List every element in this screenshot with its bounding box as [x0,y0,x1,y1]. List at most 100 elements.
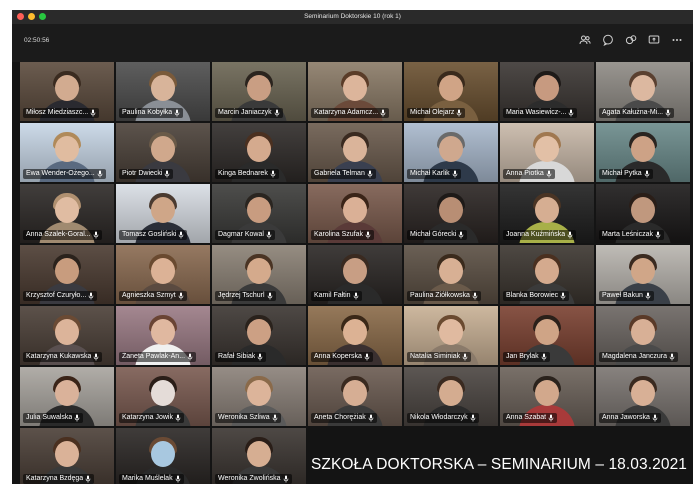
participant-nameplate: Joanna Kuźmińska [503,230,577,240]
participant-tile[interactable]: Anna Szalek-Goral... [20,184,114,243]
participant-face [151,197,175,223]
participant-face [535,75,559,101]
participant-name: Jędrzej Tschurl [218,292,265,299]
participant-name: Piotr Dwiecki [122,170,163,177]
participant-tile[interactable]: Michał Olejarz [404,62,498,121]
microphone-icon [174,109,180,117]
participant-tile[interactable]: Marika Muślelak [116,428,210,484]
participant-tile[interactable]: Tomasz Gosliński [116,184,210,243]
participant-tile[interactable]: Katarzyna Bzdęga [20,428,114,484]
microphone-icon [560,292,566,300]
participant-tile[interactable]: Żaneta Pawlak-An... [116,306,210,365]
participant-tile[interactable]: Michał Karlik [404,123,498,182]
participant-tile[interactable]: Katarzyna Adamcz... [308,62,402,121]
participant-nameplate: Krzysztof Czuryło... [23,291,98,301]
participant-tile[interactable]: Agnieszka Szmyt [116,245,210,304]
participant-tile[interactable]: Natalia Siminiak [404,306,498,365]
participant-tile[interactable]: Nikola Włodarczyk [404,367,498,426]
participant-tile[interactable]: Jędrzej Tschurl [212,245,306,304]
close-window-button[interactable] [17,13,24,20]
chat-icon[interactable] [602,34,614,46]
microphone-icon [175,414,181,422]
participant-nameplate: Anna Piotka [503,169,555,179]
participant-face [535,136,559,162]
participant-face [55,380,79,406]
participant-tile[interactable]: Marta Leśniczak [596,184,690,243]
participant-tile[interactable]: Julia Suwalska [20,367,114,426]
participant-tile[interactable]: Marcin Janiaczyk [212,62,306,121]
participant-name: Katarzyna Jowik [122,414,173,421]
participant-tile[interactable]: Anna Szabat [500,367,594,426]
participant-tile[interactable]: Anna Piotka [500,123,594,182]
minimize-window-button[interactable] [28,13,35,20]
microphone-icon [452,170,458,178]
participant-nameplate: Paulina Ziółkowska [407,291,481,301]
participant-face [631,258,655,284]
microphone-icon [272,414,277,422]
microphone-icon [652,414,658,422]
microphone-icon [187,353,193,361]
participant-tile[interactable]: Gabriela Telman [308,123,402,182]
participant-name: Ewa Wender-Ożego... [26,170,95,177]
participant-nameplate: Paweł Bakun [599,291,654,301]
participant-tile[interactable]: Maria Wasiewicz-... [500,62,594,121]
participant-tile[interactable]: Agata Kałużna-Mi... [596,62,690,121]
participant-tile[interactable]: Rafał Sibiak [212,306,306,365]
participant-nameplate: Weronika Zwolińska [215,474,292,484]
participant-name: Marcin Janiaczyk [218,109,272,116]
participant-tile[interactable]: Weronika Zwolińska [212,428,306,484]
participant-tile[interactable]: Kamil Fałtin [308,245,402,304]
participant-tile[interactable]: Michał Pytka [596,123,690,182]
participant-face [247,136,271,162]
participant-name: Kamil Fałtin [314,292,351,299]
microphone-icon [283,475,288,483]
participant-face [55,441,79,467]
participant-tile[interactable]: Michał Górecki [404,184,498,243]
participant-tile[interactable]: Miłosz Miedziaszc... [20,62,114,121]
participant-name: Magdalena Janczura [602,353,667,360]
participant-name: Anna Piotka [506,170,544,177]
microphone-icon [165,170,170,178]
reactions-icon[interactable] [625,34,637,46]
participants-icon[interactable] [579,34,591,46]
participant-name: Maria Wasiewicz-... [506,109,567,116]
participant-tile[interactable]: Krzysztof Czuryło... [20,245,114,304]
seminar-caption: SZKOŁA DOKTORSKA – SEMINARIUM – 18.03.20… [310,455,688,473]
participant-nameplate: Rafał Sibiak [215,352,267,362]
participant-tile[interactable]: Dagmar Kowal [212,184,306,243]
participant-tile[interactable]: Ewa Wender-Ożego... [20,123,114,182]
microphone-icon [458,231,464,239]
participant-tile[interactable]: Paweł Bakun [596,245,690,304]
participant-tile[interactable]: Anna Koperska [308,306,402,365]
participant-tile[interactable]: Joanna Kuźmińska [500,184,594,243]
participant-nameplate: Marcin Janiaczyk [215,108,283,118]
share-screen-icon[interactable] [648,34,660,46]
participant-nameplate: Katarzyna Bzdęga [23,474,95,484]
participant-nameplate: Michał Olejarz [407,108,466,118]
participant-tile[interactable]: Paulina Ziółkowska [404,245,498,304]
participant-tile[interactable]: Katarzyna Jowik [116,367,210,426]
participant-tile[interactable]: Paulina Kobyłka [116,62,210,121]
participant-tile[interactable]: Magdalena Janczura [596,306,690,365]
participant-tile[interactable]: Weronika Szliwa [212,367,306,426]
participant-name: Karolina Szufak [314,231,364,238]
zoom-window-button[interactable] [39,13,46,20]
more-options-icon[interactable] [671,34,683,46]
participant-nameplate: Piotr Dwiecki [119,169,174,179]
participant-tile[interactable]: Karolina Szufak [308,184,402,243]
microphone-icon [367,170,373,178]
participant-tile[interactable]: Kinga Bednarek [212,123,306,182]
participant-face [439,380,463,406]
participant-tile[interactable]: Piotr Dwiecki [116,123,210,182]
microphone-icon [175,475,180,483]
participant-tile[interactable]: Katarzyna Kukawska [20,306,114,365]
participant-tile[interactable]: Aneta Chorężiak [308,367,402,426]
participant-tile[interactable]: Blanka Borowiec [500,245,594,304]
participant-face [631,197,655,223]
participant-nameplate: Aneta Chorężiak [311,413,377,423]
microphone-icon [368,414,374,422]
participant-tile[interactable]: Anna Jaworska [596,367,690,426]
participant-face [247,197,271,223]
participant-tile[interactable]: Jan Brylak [500,306,594,365]
participant-name: Michał Pytka [602,170,642,177]
